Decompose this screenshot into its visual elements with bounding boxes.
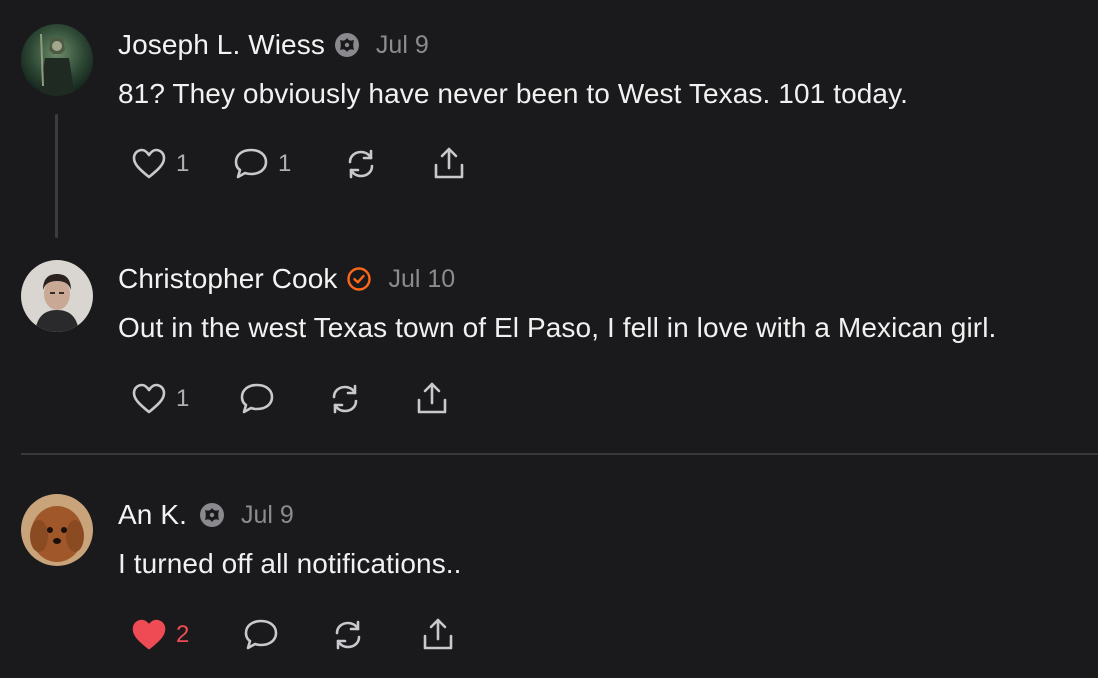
restack-icon [335, 620, 361, 650]
heart-icon [132, 148, 166, 179]
avatar-image-an-k [21, 494, 93, 566]
restack-button[interactable] [342, 144, 380, 184]
share-icon [434, 147, 464, 179]
comment-header: Joseph L. Wiess Jul 9 [118, 27, 429, 63]
like-button[interactable]: 2 [130, 615, 189, 655]
comment-date[interactable]: Jul 9 [241, 501, 294, 530]
avatar[interactable] [21, 494, 93, 566]
comment-item: Joseph L. Wiess Jul 9 81? They obviously… [0, 0, 1098, 240]
subscriber-badge-icon [199, 502, 225, 528]
share-button[interactable] [413, 379, 451, 419]
like-button[interactable]: 1 [130, 379, 189, 419]
restack-button[interactable] [326, 379, 364, 419]
author-name[interactable]: An K. [118, 499, 187, 531]
avatar-image-christopher [21, 260, 93, 332]
comment-thread: Joseph L. Wiess Jul 9 81? They obviously… [0, 0, 1098, 678]
comment-item: Christopher Cook Jul 10 Out in the west … [0, 240, 1098, 450]
comment-bubble-icon [240, 383, 274, 414]
comment-date[interactable]: Jul 9 [376, 31, 429, 60]
like-button[interactable]: 1 [130, 144, 189, 184]
like-count: 2 [176, 621, 190, 648]
comment-header: An K. Jul 9 [118, 497, 294, 533]
avatar-image-joseph [21, 24, 93, 96]
reply-button[interactable] [242, 615, 280, 655]
like-count: 1 [176, 150, 190, 177]
comment-bubble-icon [244, 619, 278, 650]
thread-connector-line [55, 114, 58, 238]
restack-icon [332, 384, 358, 414]
avatar[interactable] [21, 24, 93, 96]
comment-date[interactable]: Jul 10 [388, 265, 455, 294]
avatar[interactable] [21, 260, 93, 332]
restack-button[interactable] [329, 615, 367, 655]
like-count: 1 [176, 385, 190, 412]
comment-text: I turned off all notifications.. [118, 548, 462, 579]
reply-count: 1 [278, 150, 292, 177]
share-button[interactable] [430, 144, 468, 184]
share-icon [417, 382, 447, 414]
comment-bubble-icon [234, 148, 268, 179]
heart-icon [132, 383, 166, 414]
author-name[interactable]: Christopher Cook [118, 263, 337, 295]
share-button[interactable] [419, 615, 457, 655]
comment-text: Out in the west Texas town of El Paso, I… [118, 312, 997, 343]
reply-button[interactable]: 1 [232, 144, 291, 184]
subscriber-badge-icon [334, 32, 360, 58]
comment-text: 81? They obviously have never been to We… [118, 78, 908, 109]
author-name[interactable]: Joseph L. Wiess [118, 29, 325, 61]
comment-header: Christopher Cook Jul 10 [118, 261, 455, 297]
author-check-badge-icon [346, 266, 372, 292]
comment-item: An K. Jul 9 I turned off all notificatio… [0, 455, 1098, 678]
share-icon [423, 618, 453, 650]
heart-filled-icon [132, 619, 166, 650]
reply-button[interactable] [238, 379, 276, 419]
restack-icon [348, 149, 374, 179]
